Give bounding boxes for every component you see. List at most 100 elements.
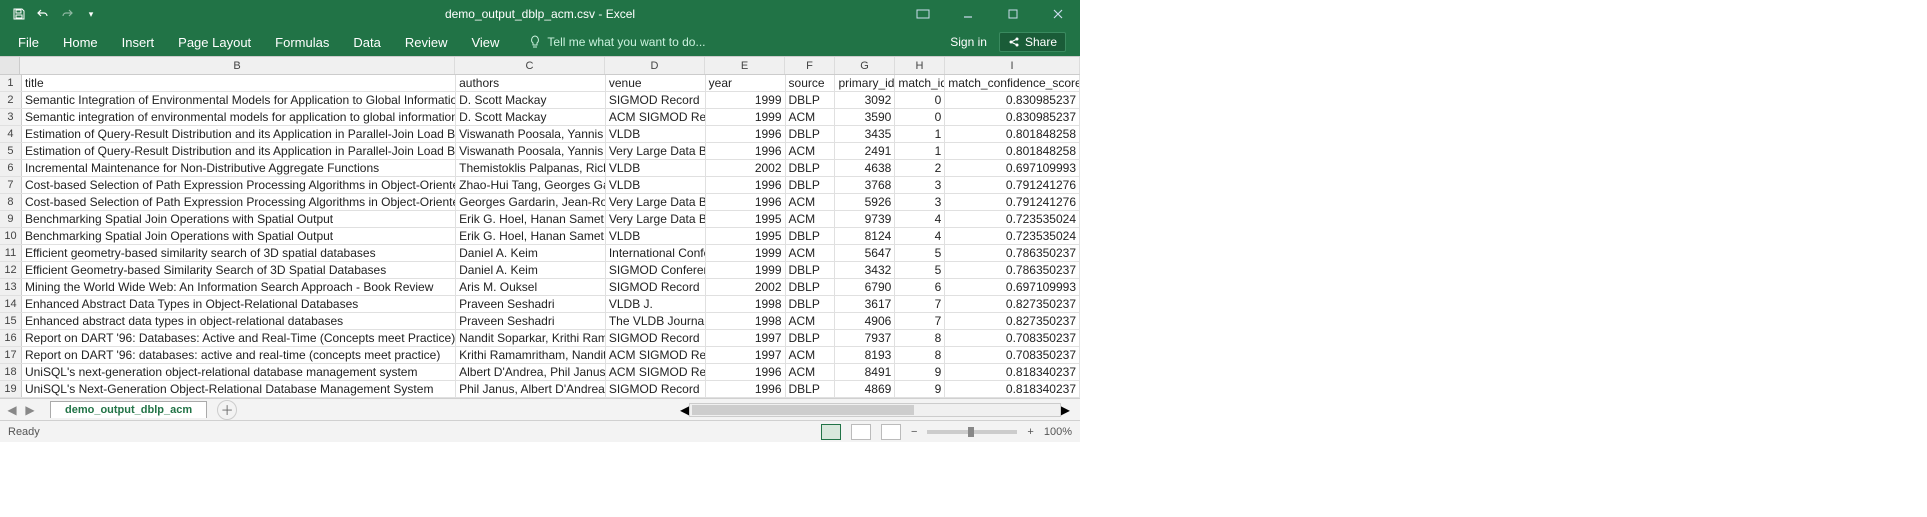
cell[interactable]: 0.723535024: [945, 228, 1080, 244]
cell[interactable]: 2: [895, 160, 945, 176]
cell[interactable]: ACM SIGMOD Record: [606, 347, 706, 363]
cell[interactable]: ACM: [786, 364, 836, 380]
cell[interactable]: DBLP: [786, 126, 836, 142]
cell[interactable]: 7: [895, 313, 945, 329]
column-header-E[interactable]: E: [705, 57, 785, 74]
cell[interactable]: 8124: [835, 228, 895, 244]
cell[interactable]: The VLDB Journal &: [606, 313, 706, 329]
ribbon-tab-insert[interactable]: Insert: [110, 28, 167, 56]
row-header[interactable]: 12: [0, 262, 22, 278]
cell[interactable]: Efficient Geometry-based Similarity Sear…: [22, 262, 456, 278]
cell[interactable]: 1998: [706, 296, 786, 312]
tell-me-search[interactable]: Tell me what you want to do...: [529, 28, 705, 56]
row-header[interactable]: 5: [0, 143, 22, 159]
cell[interactable]: 4638: [835, 160, 895, 176]
cell[interactable]: 0.830985237: [945, 92, 1080, 108]
cell[interactable]: ACM: [786, 194, 836, 210]
cell[interactable]: 4: [895, 211, 945, 227]
row-header[interactable]: 15: [0, 313, 22, 329]
cell[interactable]: 0.786350237: [945, 262, 1080, 278]
cell[interactable]: VLDB J.: [606, 296, 706, 312]
cell[interactable]: 1999: [706, 262, 786, 278]
row-header[interactable]: 3: [0, 109, 22, 125]
cell[interactable]: 9: [895, 364, 945, 380]
sheet-tab-active[interactable]: demo_output_dblp_acm: [50, 401, 207, 418]
scroll-left-icon[interactable]: ◀: [680, 403, 689, 417]
cell[interactable]: year: [706, 75, 786, 91]
cell[interactable]: Report on DART '96: Databases: Active an…: [22, 330, 456, 346]
cell[interactable]: 2002: [706, 160, 786, 176]
cell[interactable]: authors: [456, 75, 606, 91]
row-header[interactable]: 11: [0, 245, 22, 261]
cell[interactable]: match_id: [895, 75, 945, 91]
row-header[interactable]: 18: [0, 364, 22, 380]
sheet-nav[interactable]: ◀ ▶: [0, 403, 42, 417]
cell[interactable]: DBLP: [786, 381, 836, 397]
cell[interactable]: 0.801848258: [945, 143, 1080, 159]
cell[interactable]: D. Scott Mackay: [456, 92, 606, 108]
column-header-G[interactable]: G: [835, 57, 895, 74]
cell[interactable]: Estimation of Query-Result Distribution …: [22, 126, 456, 142]
cell[interactable]: 0.830985237: [945, 109, 1080, 125]
cell[interactable]: 1: [895, 143, 945, 159]
cell[interactable]: DBLP: [786, 296, 836, 312]
cell[interactable]: 1999: [706, 245, 786, 261]
cell[interactable]: Benchmarking Spatial Join Operations wit…: [22, 211, 456, 227]
cell[interactable]: 1996: [706, 194, 786, 210]
cell[interactable]: 0.708350237: [945, 330, 1080, 346]
cell[interactable]: 9739: [835, 211, 895, 227]
ribbon-tab-file[interactable]: File: [6, 28, 51, 56]
cell[interactable]: UniSQL's next-generation object-relation…: [22, 364, 456, 380]
new-sheet-button[interactable]: ＋: [217, 400, 237, 420]
cell[interactable]: Albert D'Andrea, Phil Janus: [456, 364, 606, 380]
cell[interactable]: 5: [895, 262, 945, 278]
cell[interactable]: Report on DART '96: databases: active an…: [22, 347, 456, 363]
cell[interactable]: Phil Janus, Albert D'Andrea: [456, 381, 606, 397]
cell[interactable]: ACM: [786, 211, 836, 227]
row-header[interactable]: 16: [0, 330, 22, 346]
cell[interactable]: Very Large Data Bases: [606, 211, 706, 227]
cell[interactable]: ACM: [786, 109, 836, 125]
cell[interactable]: 3435: [835, 126, 895, 142]
cell[interactable]: 5926: [835, 194, 895, 210]
column-header-B[interactable]: B: [20, 57, 455, 74]
cell[interactable]: Viswanath Poosala, Yannis E. Ioannidis: [456, 143, 606, 159]
cell[interactable]: 8: [895, 347, 945, 363]
cell[interactable]: ACM: [786, 347, 836, 363]
cell[interactable]: VLDB: [606, 126, 706, 142]
row-header[interactable]: 6: [0, 160, 22, 176]
cell[interactable]: venue: [606, 75, 706, 91]
cell[interactable]: 3590: [835, 109, 895, 125]
cell[interactable]: Benchmarking Spatial Join Operations wit…: [22, 228, 456, 244]
cell[interactable]: D. Scott Mackay: [456, 109, 606, 125]
row-header[interactable]: 9: [0, 211, 22, 227]
cell[interactable]: 1995: [706, 228, 786, 244]
cell[interactable]: Themistoklis Palpanas, Richard Sidle: [456, 160, 606, 176]
cell[interactable]: 0: [895, 109, 945, 125]
cell[interactable]: 8193: [835, 347, 895, 363]
row-header[interactable]: 7: [0, 177, 22, 193]
cell[interactable]: 3768: [835, 177, 895, 193]
row-header[interactable]: 14: [0, 296, 22, 312]
cell[interactable]: 0.723535024: [945, 211, 1080, 227]
cell[interactable]: Enhanced abstract data types in object-r…: [22, 313, 456, 329]
close-icon[interactable]: [1035, 0, 1080, 28]
cell[interactable]: 1999: [706, 92, 786, 108]
cell[interactable]: Incremental Maintenance for Non-Distribu…: [22, 160, 456, 176]
cell[interactable]: 4906: [835, 313, 895, 329]
cell[interactable]: Erik G. Hoel, Hanan Samet: [456, 211, 606, 227]
row-header[interactable]: 1: [0, 75, 22, 91]
cell[interactable]: ACM SIGMOD Record: [606, 364, 706, 380]
cell[interactable]: SIGMOD Record: [606, 330, 706, 346]
maximize-icon[interactable]: [990, 0, 1035, 28]
row-header[interactable]: 2: [0, 92, 22, 108]
cell[interactable]: 0.697109993: [945, 279, 1080, 295]
cell[interactable]: 0.708350237: [945, 347, 1080, 363]
ribbon-tab-page-layout[interactable]: Page Layout: [166, 28, 263, 56]
ribbon-display-icon[interactable]: [900, 0, 945, 28]
row-header[interactable]: 4: [0, 126, 22, 142]
cell[interactable]: 1: [895, 126, 945, 142]
cell[interactable]: DBLP: [786, 279, 836, 295]
view-page-break-icon[interactable]: [881, 424, 901, 440]
cell[interactable]: Georges Gardarin, Jean-Robert Gruser: [456, 194, 606, 210]
